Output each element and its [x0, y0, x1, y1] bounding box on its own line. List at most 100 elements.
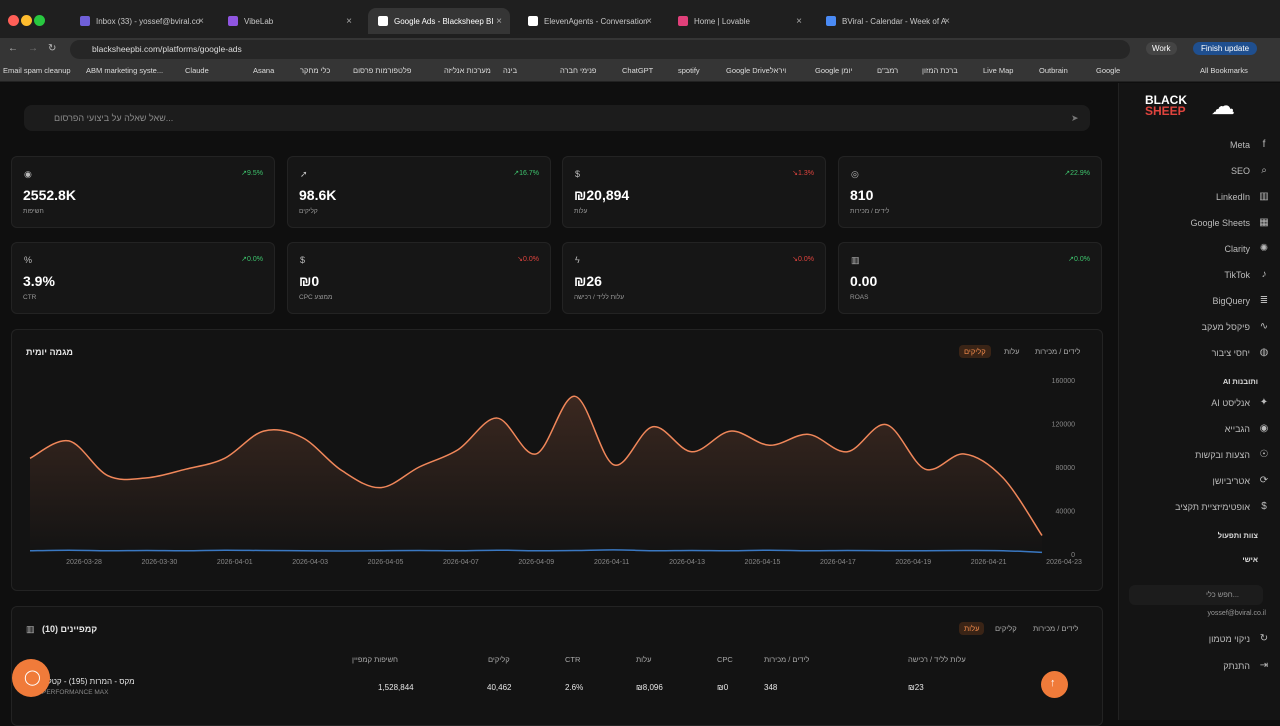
clear-cache-button[interactable]: ניקוי מטמון ↻ — [1209, 633, 1270, 644]
bookmark-item[interactable]: Asana — [253, 66, 274, 75]
sidebar-ai-item[interactable]: אופטימיזציית תקציב $ — [1175, 501, 1270, 512]
personal-section-header[interactable]: אישי — [1242, 555, 1258, 564]
campaign-name[interactable]: מקס - המרות (195) - קטלוג — [42, 677, 135, 686]
bookmark-item[interactable]: כלי מחקר — [300, 66, 330, 75]
close-window-icon[interactable] — [8, 15, 19, 26]
address-bar: ← → ↻ blacksheepbi.com/platforms/google-… — [0, 38, 1280, 62]
back-icon[interactable]: ← — [8, 43, 18, 54]
chat-bubble-icon: ◯ — [24, 669, 41, 686]
maximize-window-icon[interactable] — [34, 15, 45, 26]
sidebar-item[interactable]: LinkedIn ▥ — [1216, 191, 1270, 202]
reload-icon[interactable]: ↻ — [48, 43, 56, 54]
browser-tab[interactable]: Home | Lovable × — [668, 8, 810, 34]
bookmark-item[interactable]: Google יומן — [815, 66, 852, 75]
sidebar-ai-item[interactable]: הגבייא ◉ — [1225, 423, 1270, 434]
ask-ai-input[interactable]: שאל שאלה על ביצועי הפרסום... — [24, 105, 1090, 131]
bookmark-item[interactable]: בינה — [503, 66, 517, 75]
tab-close-icon[interactable]: × — [796, 16, 802, 27]
tool-search-input[interactable]: חפש כלי... — [1129, 585, 1263, 605]
tab-title: Google Ads - Blacksheep BI — [394, 16, 494, 26]
minimize-window-icon[interactable] — [21, 15, 32, 26]
browser-tab[interactable]: Google Ads - Blacksheep BI × — [368, 8, 510, 34]
tab-close-icon[interactable]: × — [496, 16, 502, 27]
column-header[interactable]: קליקים — [488, 655, 510, 664]
tab-close-icon[interactable]: × — [944, 16, 950, 27]
metric-trend: ↘1.3% — [792, 169, 814, 177]
finish-update-button[interactable]: Finish update — [1193, 42, 1258, 55]
campaign-toggle-leads[interactable]: לידים / מכירות — [1033, 624, 1078, 633]
trend-value: 9.5% — [247, 170, 263, 177]
bookmark-item[interactable]: Google — [1096, 66, 1120, 75]
scroll-top-button[interactable]: ↑ — [1041, 671, 1068, 698]
tab-close-icon[interactable]: × — [646, 16, 652, 27]
metric-trend: ↗0.0% — [1068, 255, 1090, 263]
logout-button[interactable]: התנתק ⇥ — [1223, 660, 1270, 671]
sidebar-item-icon: ♪ — [1261, 269, 1267, 280]
sidebar-item[interactable]: Clarity ✺ — [1224, 243, 1270, 254]
bookmark-item[interactable]: Email spam cleanup — [3, 66, 71, 75]
campaign-toggle-clicks[interactable]: קליקים — [995, 624, 1017, 633]
bookmark-item[interactable]: spotify — [678, 66, 700, 75]
campaign-type: PERFORMANCE MAX — [42, 689, 109, 696]
x-tick-label: 2026-04-07 — [443, 559, 479, 566]
bookmark-item[interactable]: ABM marketing syste... — [86, 66, 163, 75]
column-header[interactable]: CTR — [565, 655, 580, 664]
bookmark-item[interactable]: Live Map — [983, 66, 1013, 75]
bookmark-item[interactable]: פנימי חברה — [560, 66, 596, 75]
bookmark-item[interactable]: מערכות אנליזה — [444, 66, 491, 75]
browser-tab[interactable]: VibeLab × — [218, 8, 360, 34]
sidebar-item[interactable]: TikTok ♪ — [1224, 269, 1270, 280]
sidebar-ai-item[interactable]: הצעות ובקשות ☉ — [1195, 449, 1270, 460]
bookmark-item[interactable]: ChatGPT — [622, 66, 653, 75]
campaigns-title: קמפיינים (10) — [42, 624, 98, 634]
forward-icon[interactable]: → — [28, 43, 38, 54]
column-header[interactable]: CPC — [717, 655, 733, 664]
sidebar-item[interactable]: Meta f — [1230, 139, 1270, 150]
chart-bars-icon: ▥ — [26, 624, 35, 634]
chat-button[interactable]: ◯ — [12, 659, 50, 697]
x-tick-label: 2026-04-15 — [745, 559, 781, 566]
metric-card: ▥ 0.00 ROAS ↗0.0% — [838, 242, 1102, 314]
bookmark-item[interactable]: Google Driveויראל — [726, 66, 786, 75]
bookmark-item[interactable]: פלטפורמות פרסום — [353, 66, 411, 75]
column-header[interactable]: לידים / מכירות — [764, 655, 809, 664]
tab-favicon-icon — [378, 16, 388, 26]
sidebar-item[interactable]: יחסי ציבור ◍ — [1212, 347, 1270, 358]
ai-section-header[interactable]: AI ותובנות — [1223, 377, 1258, 386]
metric-value: 98.6K — [299, 187, 337, 203]
bookmark-item[interactable]: רמב"ם — [877, 66, 898, 75]
bookmark-item[interactable]: All Bookmarks — [1200, 66, 1248, 75]
sidebar-item-icon: ▦ — [1259, 217, 1269, 228]
url-field[interactable]: blacksheepbi.com/platforms/google-ads — [70, 40, 1130, 59]
browser-tab[interactable]: ElevenAgents - Conversation × — [518, 8, 660, 34]
sidebar-ai-item[interactable]: אטריביושן ⟳ — [1213, 475, 1270, 486]
sidebar-item[interactable]: פיקסל מעקב ∿ — [1202, 321, 1270, 332]
team-section-header[interactable]: צוות ותפעול — [1218, 531, 1258, 540]
browser-tab[interactable]: Inbox (33) - yossef@bviral.co × — [70, 8, 212, 34]
send-icon[interactable]: ➤ — [1071, 113, 1079, 124]
trend-value: 0.0% — [1074, 256, 1090, 263]
metric-card: ϟ ₪26 עלות לליד / רכישה ↘0.0% — [562, 242, 826, 314]
profile-button[interactable]: Work — [1146, 42, 1177, 55]
tab-close-icon[interactable]: × — [346, 16, 352, 27]
browser-tab[interactable]: BViral - Calendar - Week of A × — [816, 8, 958, 34]
bookmark-item[interactable]: Claude — [185, 66, 209, 75]
bookmark-item[interactable]: Outbrain — [1039, 66, 1068, 75]
tab-close-icon[interactable]: × — [198, 16, 204, 27]
campaign-toggle-cost[interactable]: עלות — [959, 622, 985, 635]
x-tick-label: 2026-04-19 — [895, 559, 931, 566]
sidebar-item[interactable]: BigQuery ≣ — [1212, 295, 1270, 306]
table-cell: ₪8,096 — [636, 683, 663, 692]
sidebar-item-label: יחסי ציבור — [1211, 347, 1250, 358]
sidebar-item[interactable]: SEO ⌕ — [1231, 165, 1270, 176]
column-header[interactable]: עלות — [636, 655, 651, 664]
x-tick-label: 2026-04-03 — [292, 559, 328, 566]
bookmark-item[interactable]: ברכת המזון — [922, 66, 958, 75]
column-header[interactable]: עלות לליד / רכישה — [908, 655, 966, 664]
sidebar-ai-item[interactable]: AI אנליסט ✦ — [1211, 397, 1270, 408]
y-tick-label: 80000 — [1056, 465, 1076, 472]
sidebar-item[interactable]: Google Sheets ▦ — [1190, 217, 1270, 228]
metric-label: CTR — [23, 294, 37, 301]
column-header[interactable]: חשיפות קמפיין — [352, 655, 398, 664]
tab-favicon-icon — [528, 16, 538, 26]
